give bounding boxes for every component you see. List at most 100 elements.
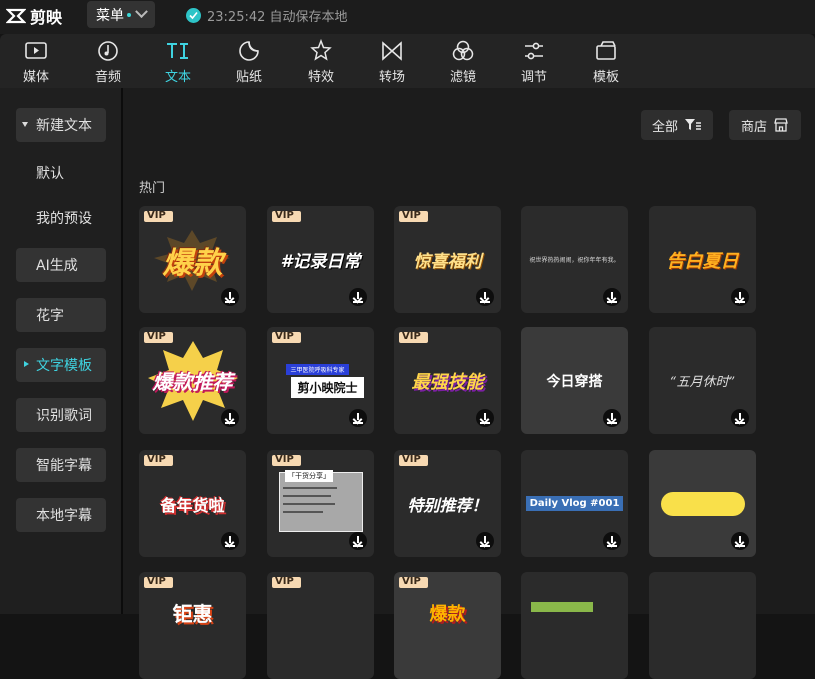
vip-badge: VIP — [272, 576, 301, 588]
sidebar-item-auto-captions[interactable]: 智能字幕 — [16, 448, 106, 482]
template-card[interactable]: 三甲医院呼吸科专家 剪小映院士 VIP — [267, 327, 374, 434]
template-card[interactable]: 祝世界热热闹闹，祝你年年有我。 — [521, 206, 628, 313]
sidebar-item-label: 文字模板 — [36, 358, 92, 374]
sidebar-item-local-captions[interactable]: 本地字幕 — [16, 498, 106, 532]
sidebar-item-label: AI生成 — [36, 258, 78, 274]
vip-badge: VIP — [272, 331, 301, 343]
template-card[interactable]: 惊喜福利 VIP — [394, 206, 501, 313]
store-button[interactable]: 商店 — [729, 110, 801, 140]
template-card[interactable]: 爆款推荐 VIP — [139, 327, 246, 434]
store-icon — [774, 118, 788, 132]
template-text: 爆款 — [162, 245, 223, 281]
template-card[interactable]: “五月休时” — [649, 327, 756, 434]
caret-right-icon — [24, 361, 29, 367]
chevron-down-icon — [135, 5, 148, 19]
tab-effects[interactable]: 特效 — [291, 38, 351, 86]
tab-filter[interactable]: 滤镜 — [433, 38, 493, 86]
sidebar-item-new-text[interactable]: 新建文本 — [16, 108, 106, 142]
template-text: #记录日常 — [280, 252, 361, 272]
sidebar-item-label: 花字 — [36, 308, 64, 324]
download-icon[interactable] — [221, 532, 239, 550]
download-icon[interactable] — [221, 288, 239, 306]
template-text: 祝世界热热闹闹，祝你年年有我。 — [529, 257, 620, 264]
tab-label: 转场 — [378, 70, 405, 85]
download-icon[interactable] — [476, 288, 494, 306]
download-icon[interactable] — [731, 409, 749, 427]
sidebar-item-ai-generate[interactable]: AI生成 — [16, 248, 106, 282]
template-preview: 爆款 — [394, 572, 501, 679]
template-card[interactable] — [649, 450, 756, 557]
tab-transition[interactable]: 转场 — [362, 38, 422, 86]
tab-text[interactable]: 文本 — [148, 38, 208, 86]
vip-badge: VIP — [399, 576, 428, 588]
sidebar-item-label: 新建文本 — [36, 118, 92, 134]
tab-adjust[interactable]: 调节 — [504, 38, 564, 86]
download-icon[interactable] — [349, 288, 367, 306]
vip-badge: VIP — [399, 210, 428, 222]
sidebar-item-my-presets[interactable]: 我的预设 — [16, 201, 106, 235]
sidebar-item-label: 默认 — [36, 166, 64, 182]
download-icon[interactable] — [731, 288, 749, 306]
filter-icon — [452, 40, 474, 61]
template-text: 惊喜福利 — [413, 252, 482, 272]
template-card[interactable]: 爆款 VIP — [139, 206, 246, 313]
template-card[interactable]: 备年货啦 VIP — [139, 450, 246, 557]
template-text: 特别推荐！ — [407, 495, 488, 515]
tab-label: 贴纸 — [235, 70, 262, 85]
template-card[interactable]: 告白夏日 — [649, 206, 756, 313]
template-text: 今日穿搭 — [546, 373, 603, 390]
template-card[interactable] — [521, 572, 628, 679]
template-card[interactable]: 特别推荐！ VIP — [394, 450, 501, 557]
template-card[interactable]: 今日穿搭 — [521, 327, 628, 434]
tab-template[interactable]: 模板 — [576, 38, 636, 86]
sidebar-item-default[interactable]: 默认 — [16, 156, 106, 190]
tab-audio[interactable]: 音频 — [78, 38, 138, 86]
store-label: 商店 — [740, 119, 767, 135]
download-icon[interactable] — [349, 532, 367, 550]
filter-funnel-icon — [685, 119, 701, 130]
template-card[interactable]: 「干货分享」 VIP — [267, 450, 374, 557]
download-icon[interactable] — [476, 532, 494, 550]
template-card[interactable]: 爆款 VIP — [394, 572, 501, 679]
sidebar-item-label: 本地字幕 — [36, 508, 92, 524]
download-icon[interactable] — [603, 288, 621, 306]
template-text: 爆款推荐 — [152, 370, 233, 394]
template-card[interactable]: 最强技能 VIP — [394, 327, 501, 434]
sidebar-item-fancy-text[interactable]: 花字 — [16, 298, 106, 332]
download-icon[interactable] — [603, 409, 621, 427]
sidebar-item-lyrics-recognition[interactable]: 识别歌词 — [16, 398, 106, 432]
sidebar-item-label: 我的预设 — [36, 211, 92, 227]
menu-button[interactable]: 菜单 — [87, 1, 155, 28]
template-icon — [596, 41, 616, 60]
tab-label: 媒体 — [22, 70, 49, 85]
template-text: 最强技能 — [411, 371, 484, 393]
sidebar-item-label: 智能字幕 — [36, 458, 92, 474]
autosave-status: 23:25:42 自动保存本地 — [186, 5, 348, 25]
main-toolbar: 媒体 音频 文本 贴纸 特效 转场 滤镜 调节 模板 — [0, 34, 815, 88]
download-icon[interactable] — [349, 409, 367, 427]
vip-badge: VIP — [144, 331, 173, 343]
download-icon[interactable] — [476, 409, 494, 427]
template-card[interactable]: VIP — [267, 572, 374, 679]
vip-badge: VIP — [272, 210, 301, 222]
sidebar-item-text-templates[interactable]: 文字模板 — [16, 348, 106, 382]
text-category-sidebar: 新建文本 默认 我的预设 AI生成 花字 文字模板 识别歌词 智能字幕 本地字幕 — [0, 88, 121, 614]
menu-label: 菜单 — [96, 7, 124, 24]
vip-badge: VIP — [399, 331, 428, 343]
check-circle-icon — [186, 7, 201, 23]
template-panel: 全部 商店 热门 爆款 VIP #记录日常 VIP 惊喜福利 VIP 祝世界热热… — [123, 88, 815, 679]
template-card[interactable]: #记录日常 VIP — [267, 206, 374, 313]
tab-media[interactable]: 媒体 — [6, 38, 66, 86]
tab-sticker[interactable]: 贴纸 — [219, 38, 279, 86]
adjust-icon — [525, 42, 543, 60]
caret-down-icon — [22, 122, 28, 127]
template-text: 剪小映院士 — [291, 376, 364, 398]
filter-all-button[interactable]: 全部 — [641, 110, 713, 140]
download-icon[interactable] — [603, 532, 621, 550]
download-icon[interactable] — [731, 532, 749, 550]
download-icon[interactable] — [221, 409, 239, 427]
app-name: 剪映 — [30, 8, 63, 27]
template-card[interactable]: Daily Vlog #001 — [521, 450, 628, 557]
template-card[interactable]: 钜惠 VIP — [139, 572, 246, 679]
template-card[interactable] — [649, 572, 756, 679]
